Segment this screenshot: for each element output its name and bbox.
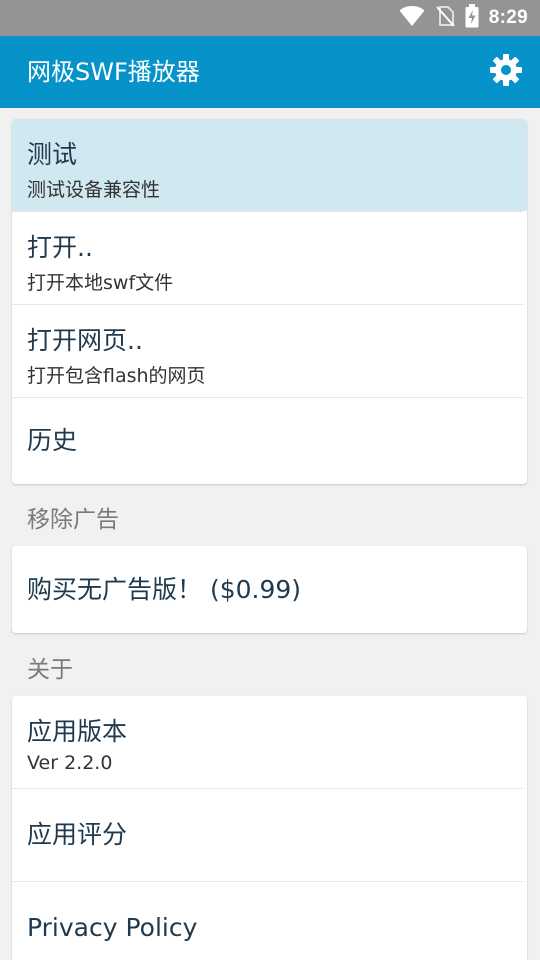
item-subtitle: Ver 2.2.0: [27, 752, 113, 774]
menu-item-buy-ad-free[interactable]: 购买无广告版！ ($0.99): [12, 546, 527, 633]
section-header-about: 关于: [27, 657, 73, 683]
no-sim-icon: [435, 5, 455, 31]
wifi-icon: [399, 5, 425, 31]
app-title: 网极SWF播放器: [27, 58, 200, 86]
status-bar: 8:29: [0, 0, 540, 36]
item-subtitle: 打开包含flash的网页: [27, 365, 206, 387]
menu-item-rate-app[interactable]: 应用评分: [12, 789, 527, 881]
item-subtitle: 测试设备兼容性: [27, 179, 161, 201]
app-bar: 网极SWF播放器: [0, 36, 540, 108]
item-title: 购买无广告版！ ($0.99): [27, 575, 302, 604]
status-icons: 8:29: [399, 0, 528, 36]
item-subtitle: 打开本地swf文件: [27, 272, 174, 294]
item-title: 历史: [27, 426, 78, 455]
item-title: 测试: [27, 140, 78, 169]
content-area[interactable]: 测试 测试设备兼容性 打开.. 打开本地swf文件 打开网页.. 打开包含fla…: [0, 108, 540, 960]
settings-button[interactable]: [488, 54, 524, 90]
about-card: 应用版本 Ver 2.2.0 应用评分 Privacy Policy: [12, 696, 527, 960]
item-title: 打开网页..: [27, 326, 143, 355]
menu-item-open-file[interactable]: 打开.. 打开本地swf文件: [12, 212, 527, 304]
menu-item-privacy-policy[interactable]: Privacy Policy: [12, 882, 527, 960]
menu-item-history[interactable]: 历史: [12, 398, 527, 484]
status-time: 8:29: [488, 7, 528, 28]
item-title: 打开..: [27, 233, 93, 262]
battery-charging-icon: [465, 4, 479, 32]
gear-icon: [489, 53, 523, 91]
section-header-remove-ads: 移除广告: [27, 507, 119, 533]
main-card: 测试 测试设备兼容性 打开.. 打开本地swf文件 打开网页.. 打开包含fla…: [12, 119, 527, 484]
menu-item-test[interactable]: 测试 测试设备兼容性: [12, 119, 527, 211]
menu-item-app-version[interactable]: 应用版本 Ver 2.2.0: [12, 696, 527, 788]
ads-card: 购买无广告版！ ($0.99): [12, 546, 527, 633]
menu-item-open-webpage[interactable]: 打开网页.. 打开包含flash的网页: [12, 305, 527, 397]
item-title: 应用评分: [27, 820, 128, 849]
item-title: Privacy Policy: [27, 913, 198, 942]
item-title: 应用版本: [27, 717, 128, 746]
